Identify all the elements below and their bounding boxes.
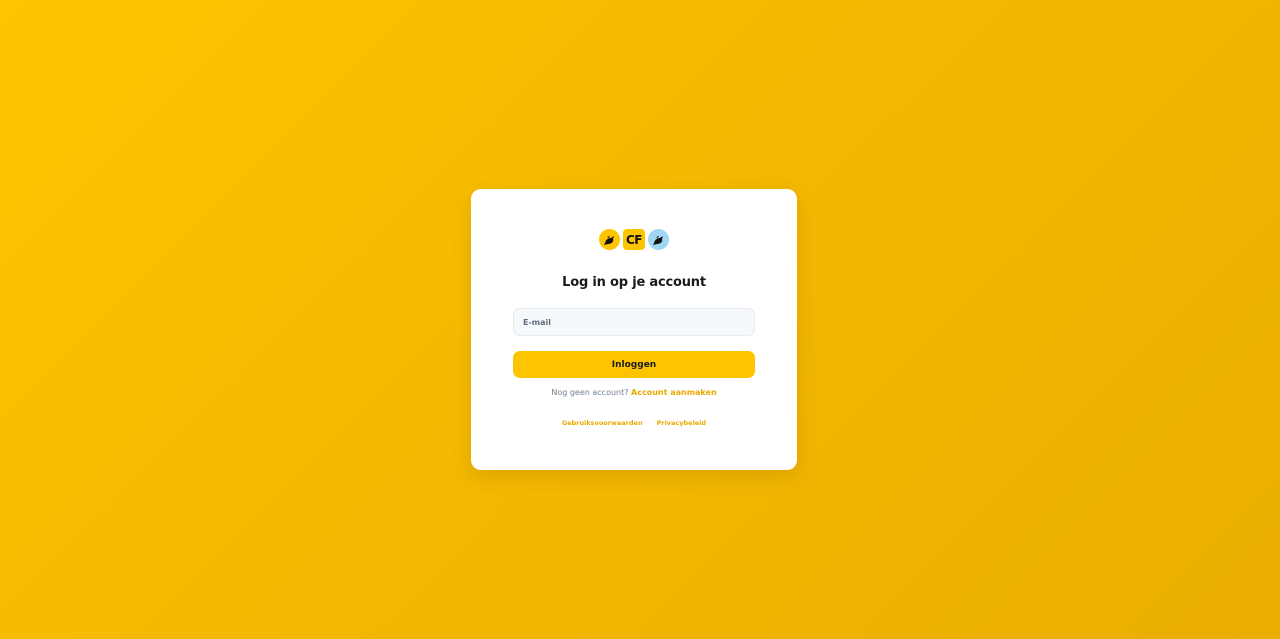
brand-logo: CF (471, 229, 797, 250)
create-account-link[interactable]: Account aanmaken (631, 388, 717, 397)
terms-link[interactable]: Gebruiksvoorwaarden (562, 419, 643, 427)
email-field[interactable] (513, 308, 755, 336)
no-account-text: Nog geen account? (551, 388, 629, 397)
privacy-link[interactable]: Privacybeleid (657, 419, 707, 427)
login-card: CF Log in op je account Inloggen Nog gee… (471, 189, 797, 470)
signup-prompt: Nog geen account? Account aanmaken (471, 388, 797, 397)
cf-monogram: CF (623, 229, 645, 250)
bird-icon (648, 229, 669, 250)
bird-icon (599, 229, 620, 250)
page-title: Log in op je account (562, 275, 706, 290)
legal-links: Gebruiksvoorwaarden Privacybeleid (471, 419, 797, 427)
login-button[interactable]: Inloggen (513, 351, 755, 378)
